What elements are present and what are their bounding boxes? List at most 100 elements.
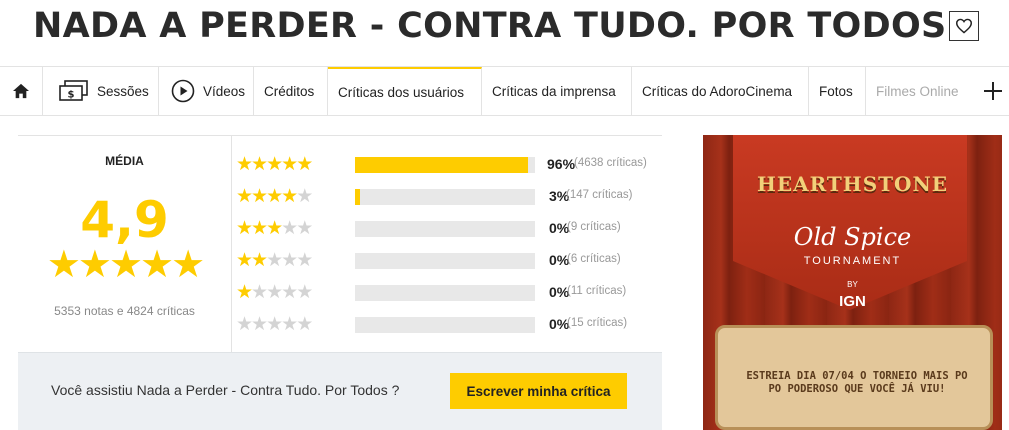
favorite-button[interactable] [949,11,979,41]
rating-bar [355,317,535,333]
ad-scroll: ESTREIA DIA 07/04 O TORNEIO MAIS PO PO P… [715,325,993,430]
heart-icon [955,18,973,34]
star-empty-icon: ★ [296,217,313,239]
star-empty-icon: ★ [281,217,298,239]
star-empty-icon: ★ [266,249,283,271]
star-empty-icon: ★ [281,313,298,335]
star-empty-icon: ★ [251,313,268,335]
row-stars: ★★★★★ [236,219,336,238]
ratings-count: 5353 notas e 4824 críticas [54,304,195,318]
rating-row-2[interactable]: ★★★★★ 0% (6 críticas) [236,249,621,271]
rating-row-4[interactable]: ★★★★★ 3% (147 críticas) [236,185,632,207]
star-filled-icon: ★ [281,153,298,175]
rating-count: (9 críticas) [567,221,621,233]
ad-promo-text: ESTREIA DIA 07/04 O TORNEIO MAIS PO PO P… [746,370,968,395]
nav-fotos[interactable]: Fotos [809,67,866,115]
rating-count: (147 críticas) [566,189,633,201]
svg-text:$: $ [68,90,75,101]
watched-question: Você assistiu Nada a Perder - Contra Tud… [51,382,400,398]
rating-count: (6 críticas) [567,253,621,265]
plus-icon [983,82,1002,100]
rating-row-3[interactable]: ★★★★★ 0% (9 críticas) [236,217,621,239]
advertisement-banner[interactable]: HEARTHSTONE Old Spice TOURNAMENT BY IGN … [703,135,1002,430]
star-filled-icon: ★ [266,217,283,239]
rating-count: (11 críticas) [567,285,627,297]
rating-row-5[interactable]: ★★★★★ 96% (4638 críticas) [236,153,647,175]
star-filled-icon: ★ [236,249,253,271]
nav-more-button[interactable] [976,67,1009,115]
movie-nav: $ Sessões Vídeos Créditos Críticas dos u… [0,66,1009,116]
nav-fotos-label: Fotos [819,83,853,99]
star-empty-icon: ★ [296,313,313,335]
row-stars: ★★★★★ [236,315,336,334]
row-stars: ★★★★★ [236,251,336,270]
star-empty-icon: ★ [281,281,298,303]
rating-row-1[interactable]: ★★★★★ 0% (11 críticas) [236,281,626,303]
rating-row-0[interactable]: ★★★★★ 0% (15 críticas) [236,313,627,335]
nav-videos[interactable]: Vídeos [159,67,254,115]
star-empty-icon: ★ [296,281,313,303]
star-filled-icon: ★ [236,281,253,303]
write-review-button[interactable]: Escrever minha crítica [450,373,627,409]
average-score: 4,9 [80,191,169,249]
star-filled-icon: ★ [236,185,253,207]
row-stars: ★★★★★ [236,187,336,206]
play-icon [171,79,195,103]
nav-home[interactable] [0,67,43,115]
ad-game-logo: HEARTHSTONE [757,172,948,196]
rating-bar [355,157,535,173]
star-filled-icon: ★ [251,249,268,271]
star-filled-icon: ★ [251,185,268,207]
star-filled-icon: ★ [236,153,253,175]
star-filled-icon: ★ [296,153,313,175]
ad-event: TOURNAMENT [803,255,902,267]
star-empty-icon: ★ [251,281,268,303]
rating-summary: MÉDIA 4,9 ★★★★★ 5353 notas e 4824 crític… [18,135,662,352]
star-filled-icon: ★ [236,217,253,239]
rating-bar [355,221,535,237]
row-stars: ★★★★★ [236,155,336,174]
nav-sessoes[interactable]: $ Sessões [43,67,159,115]
star-empty-icon: ★ [296,185,313,207]
star-filled-icon: ★ [266,185,283,207]
tab-criticas-usuarios[interactable]: Críticas dos usuários [328,67,482,115]
rating-bar [355,189,535,205]
write-review-panel: Você assistiu Nada a Perder - Contra Tud… [18,352,662,430]
star-filled-icon: ★ [281,185,298,207]
ad-sponsor: IGN [839,293,866,310]
rating-count: (4638 críticas) [574,157,647,169]
row-stars: ★★★★★ [236,283,336,302]
ad-by: BY [847,280,858,289]
average-label: MÉDIA [105,154,144,168]
star-empty-icon: ★ [296,249,313,271]
nav-filmes-online[interactable]: Filmes Online [866,67,976,115]
ad-brand: Old Spice [793,223,912,251]
average-panel: MÉDIA 4,9 ★★★★★ 5353 notas e 4824 crític… [18,136,232,352]
nav-creditos[interactable]: Créditos [254,67,328,115]
rating-bar-fill [355,189,361,205]
star-empty-icon: ★ [281,249,298,271]
star-filled-icon: ★ [266,153,283,175]
nav-sessoes-label: Sessões [97,83,149,99]
star-empty-icon: ★ [236,313,253,335]
nav-creditos-label: Créditos [264,83,315,99]
rating-pct: 96% [547,156,576,172]
star-empty-icon: ★ [266,313,283,335]
nav-criticas-adorocinema-label: Críticas do AdoroCinema [642,83,793,99]
nav-criticas-adorocinema[interactable]: Críticas do AdoroCinema [632,67,809,115]
tickets-icon: $ [59,80,89,102]
rating-bar-fill [355,157,528,173]
star-filled-icon: ★ [251,153,268,175]
star-empty-icon: ★ [266,281,283,303]
nav-criticas-imprensa-label: Críticas da imprensa [492,83,616,99]
nav-videos-label: Vídeos [203,83,246,99]
rating-bar [355,285,535,301]
average-stars: ★★★★★ [46,244,205,286]
nav-criticas-imprensa[interactable]: Críticas da imprensa [482,67,632,115]
nav-filmes-online-label: Filmes Online [876,83,959,99]
page-title: NADA A PERDER - CONTRA TUDO. POR TODOS [33,6,947,46]
nav-criticas-usuarios-label: Críticas dos usuários [338,84,465,100]
rating-bar [355,253,535,269]
star-filled-icon: ★ [251,217,268,239]
rating-count: (15 críticas) [567,317,628,329]
